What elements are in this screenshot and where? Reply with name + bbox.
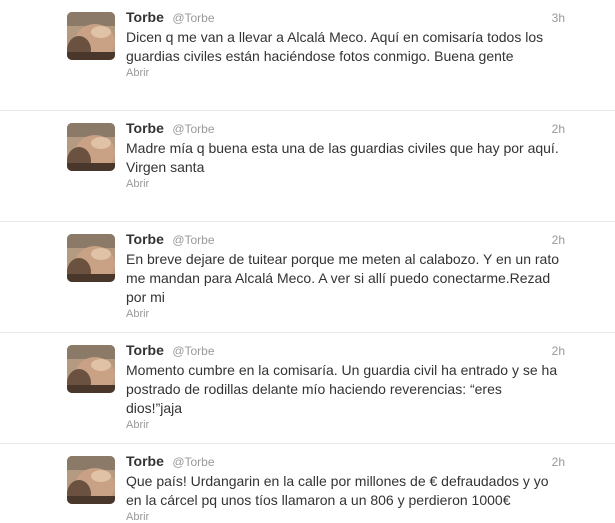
tweet-header: Torbe @Torbe: [126, 120, 565, 138]
open-tweet-link[interactable]: Abrir: [126, 67, 149, 79]
open-tweet-link[interactable]: Abrir: [126, 308, 149, 320]
tweet-text: Momento cumbre en la comisaría. Un guard…: [126, 362, 558, 416]
open-tweet-link[interactable]: Abrir: [126, 419, 149, 431]
tweet-text: Que país! Urdangarin en la calle por mil…: [126, 473, 549, 508]
tweet-item[interactable]: Torbe @Torbe 3h Dicen q me van a llevar …: [0, 0, 615, 111]
avatar[interactable]: [67, 456, 115, 504]
avatar-photo-icon: [67, 456, 115, 504]
tweet-header: Torbe @Torbe: [126, 231, 565, 249]
tweet-timestamp[interactable]: 2h: [552, 344, 565, 358]
tweet-item[interactable]: Torbe @Torbe 2h Que país! Urdangarin en …: [0, 444, 615, 523]
tweet-header: Torbe @Torbe: [126, 342, 565, 360]
avatar-photo-icon: [67, 234, 115, 282]
author-name[interactable]: Torbe: [126, 231, 164, 247]
open-tweet-link[interactable]: Abrir: [126, 511, 149, 523]
tweet-item[interactable]: Torbe @Torbe 2h Madre mía q buena esta u…: [0, 111, 615, 222]
author-name[interactable]: Torbe: [126, 120, 164, 136]
author-name[interactable]: Torbe: [126, 342, 164, 358]
open-tweet-link[interactable]: Abrir: [126, 178, 149, 190]
author-handle[interactable]: @Torbe: [172, 233, 214, 247]
tweet-text: Dicen q me van a llevar a Alcalá Meco. A…: [126, 29, 544, 64]
tweet-item[interactable]: Torbe @Torbe 2h Momento cumbre en la com…: [0, 333, 615, 444]
avatar[interactable]: [67, 345, 115, 393]
tweet-timestamp[interactable]: 2h: [552, 122, 565, 136]
tweet-text: Madre mía q buena esta una de las guardi…: [126, 140, 559, 175]
tweet-header: Torbe @Torbe: [126, 453, 565, 471]
tweet-header: Torbe @Torbe: [126, 9, 565, 27]
author-handle[interactable]: @Torbe: [172, 455, 214, 469]
author-name[interactable]: Torbe: [126, 453, 164, 469]
avatar-photo-icon: [67, 345, 115, 393]
author-handle[interactable]: @Torbe: [172, 122, 214, 136]
tweet-timestamp[interactable]: 3h: [552, 11, 565, 25]
tweet-timestamp[interactable]: 2h: [552, 233, 565, 247]
author-handle[interactable]: @Torbe: [172, 344, 214, 358]
avatar[interactable]: [67, 12, 115, 60]
avatar[interactable]: [67, 234, 115, 282]
tweet-timestamp[interactable]: 2h: [552, 455, 565, 469]
avatar-photo-icon: [67, 123, 115, 171]
author-name[interactable]: Torbe: [126, 9, 164, 25]
tweet-text: En breve dejare de tuitear porque me met…: [126, 251, 559, 305]
tweet-timeline: Torbe @Torbe 3h Dicen q me van a llevar …: [0, 0, 615, 523]
tweet-item[interactable]: Torbe @Torbe 2h En breve dejare de tuite…: [0, 222, 615, 333]
avatar[interactable]: [67, 123, 115, 171]
avatar-photo-icon: [67, 12, 115, 60]
author-handle[interactable]: @Torbe: [172, 11, 214, 25]
